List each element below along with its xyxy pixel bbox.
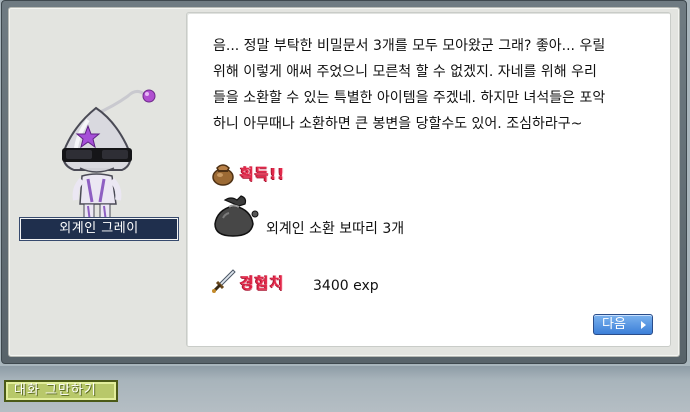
end-chat-button[interactable]: 대화 그만하기 — [4, 380, 118, 402]
next-button[interactable]: 다음 — [593, 314, 653, 335]
dialogue-line: 들을 소환할 수 있는 특별한 아이템을 주겠네. 하지만 녀석들은 포악 — [213, 90, 606, 106]
sack-icon[interactable] — [211, 194, 259, 238]
arrow-right-icon — [641, 321, 646, 329]
dialogue-line: 음... 정말 부탁한 비밀문서 3개를 모두 모아왔군 그래? 좋아... 우… — [213, 38, 606, 54]
next-button-label: 다음 — [602, 317, 626, 332]
reward-item-name: 외계인 소환 보따리 3개 — [266, 221, 405, 237]
dialogue-text: 음... 정말 부탁한 비밀문서 3개를 모두 모아왔군 그래? 좋아... 우… — [213, 33, 663, 137]
exp-title: 경험치 — [240, 274, 285, 292]
exp-value: 3400 exp — [313, 278, 379, 294]
obtain-title: 획득!! — [240, 165, 286, 183]
dialogue-line: 하니 아무때나 소환하면 큰 봉변을 당할수도 있어. 조심하라구~ — [213, 116, 583, 132]
sword-icon — [212, 269, 236, 293]
dialogue-line: 위해 이렇게 애써 주었으니 모른척 할 수 없겠지. 자네를 위해 우리 — [213, 64, 597, 80]
npc-name-label: 외계인 그레이 — [19, 217, 179, 241]
pouch-icon — [212, 164, 234, 186]
